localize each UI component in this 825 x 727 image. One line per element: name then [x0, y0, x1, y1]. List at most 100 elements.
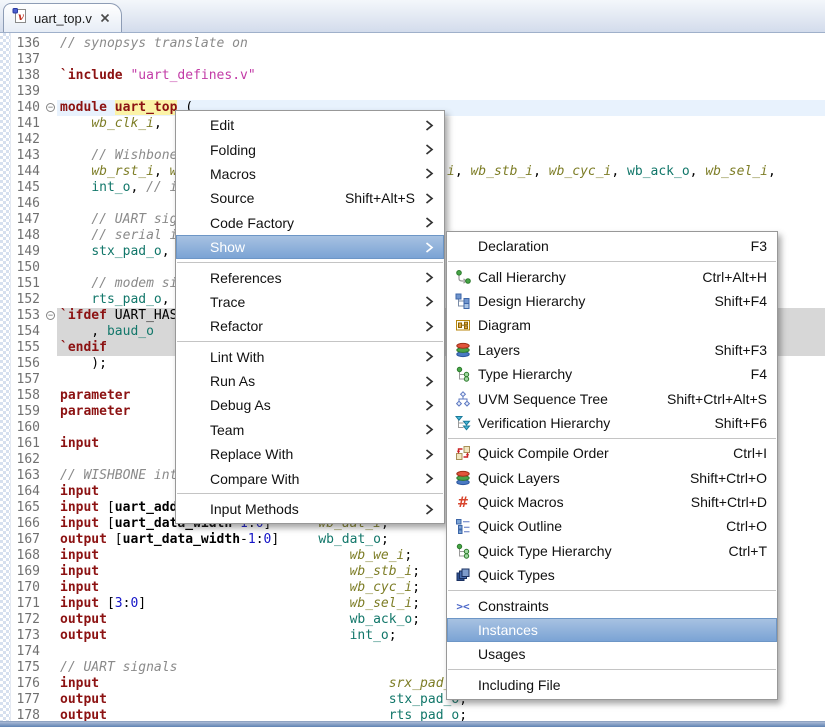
menu-item-debug-as[interactable]: Debug As	[176, 393, 444, 417]
menu-item-shortcut: Shift+Ctrl+O	[668, 470, 767, 486]
menu-item-constraints[interactable]: ><Constraints	[447, 593, 777, 617]
menu-item-trace[interactable]: Trace	[176, 290, 444, 314]
menu-item-including-file[interactable]: Including File	[447, 673, 777, 697]
menu-item-type-hierarchy[interactable]: Type HierarchyF4	[447, 362, 777, 386]
menu-item-quick-macros[interactable]: #Quick MacrosShift+Ctrl+D	[447, 490, 777, 514]
fold-column[interactable]: −	[46, 308, 57, 324]
line-number: 146	[0, 196, 46, 212]
line-number: 145	[0, 180, 46, 196]
tab-uart-top[interactable]: v uart_top.v	[3, 3, 122, 32]
no-icon	[454, 646, 472, 662]
context-menu: EditFoldingMacrosSourceShift+Alt+SCode F…	[175, 110, 445, 524]
menu-item-quick-types[interactable]: Quick Types	[447, 563, 777, 587]
svg-text:v: v	[18, 12, 24, 23]
menu-item-replace-with[interactable]: Replace With	[176, 442, 444, 466]
menu-item-edit[interactable]: Edit	[176, 113, 444, 137]
code-token: uart_top	[115, 100, 178, 115]
menu-item-verification-hierarchy[interactable]: Verification HierarchyShift+F6	[447, 411, 777, 435]
no-icon	[454, 238, 472, 254]
code-line-136[interactable]: 136// synopsys translate on	[0, 36, 825, 52]
menu-item-refactor[interactable]: Refactor	[176, 314, 444, 338]
verilog-file-icon: v	[12, 8, 28, 29]
code-token: :	[256, 532, 264, 547]
line-number: 142	[0, 132, 46, 148]
line-number: 165	[0, 500, 46, 516]
code-line-139[interactable]: 139	[0, 84, 825, 100]
submenu-arrow-icon	[425, 449, 434, 460]
menu-item-shortcut: Ctrl+I	[711, 445, 767, 461]
line-number: 176	[0, 676, 46, 692]
menu-item-usages[interactable]: Usages	[447, 642, 777, 666]
code-token: // UART sig	[91, 212, 177, 227]
menu-item-references[interactable]: References	[176, 265, 444, 289]
menu-item-input-methods[interactable]: Input Methods	[176, 497, 444, 521]
code-token: input	[60, 484, 99, 499]
menu-item-run-as[interactable]: Run As	[176, 369, 444, 393]
menu-item-folding[interactable]: Folding	[176, 137, 444, 161]
fold-column-empty	[46, 276, 57, 292]
fold-column-empty	[46, 68, 57, 84]
line-number: 143	[0, 148, 46, 164]
menu-item-show[interactable]: Show	[176, 235, 444, 259]
fold-column-empty	[46, 244, 57, 260]
menu-item-quick-layers[interactable]: Quick LayersShift+Ctrl+O	[447, 466, 777, 490]
menu-item-label: References	[210, 270, 282, 286]
svg-text:#: #	[457, 495, 469, 510]
menu-item-call-hierarchy[interactable]: Call HierarchyCtrl+Alt+H	[447, 264, 777, 288]
fold-column-empty	[46, 164, 57, 180]
code-token: uart_data_width	[123, 532, 240, 547]
menu-item-team[interactable]: Team	[176, 418, 444, 442]
menu-item-quick-compile-order[interactable]: Quick Compile OrderCtrl+I	[447, 441, 777, 465]
code-text-continued: i, wb_stb_i, wb_cyc_i, wb_ack_o, wb_sel_…	[447, 164, 776, 180]
fold-collapse-icon[interactable]: −	[46, 311, 55, 320]
fold-column-empty	[46, 404, 57, 420]
submenu-arrow-icon	[425, 272, 434, 283]
design-hierarchy-icon	[454, 293, 472, 309]
menu-item-code-factory[interactable]: Code Factory	[176, 211, 444, 235]
menu-separator	[177, 262, 443, 263]
tab-close-icon[interactable]	[100, 13, 110, 23]
menu-item-diagram[interactable]: Diagram	[447, 313, 777, 337]
menu-item-declaration[interactable]: DeclarationF3	[447, 234, 777, 258]
menu-item-quick-type-hierarchy[interactable]: Quick Type HierarchyCtrl+T	[447, 539, 777, 563]
menu-item-instances[interactable]: Instances	[447, 618, 777, 642]
menu-item-macros[interactable]: Macros	[176, 162, 444, 186]
menu-item-label: Diagram	[478, 317, 531, 333]
line-number: 158	[0, 388, 46, 404]
fold-column-empty	[46, 372, 57, 388]
menu-item-uvm-sequence-tree[interactable]: UVM Sequence TreeShift+Ctrl+Alt+S	[447, 386, 777, 410]
code-token: ,	[455, 164, 471, 179]
line-number: 169	[0, 564, 46, 580]
menu-item-compare-with[interactable]: Compare With	[176, 466, 444, 490]
code-token: ,	[60, 324, 107, 339]
submenu-arrow-icon	[425, 193, 434, 204]
code-line-138[interactable]: 138`include "uart_defines.v"	[0, 68, 825, 84]
quick-outline-icon	[454, 518, 472, 534]
code-token: wb_dat_o	[318, 532, 381, 547]
code-text	[57, 52, 825, 68]
menu-item-shortcut: Shift+F6	[692, 415, 767, 431]
menu-separator	[177, 341, 443, 342]
code-token: input	[60, 676, 99, 691]
menu-item-layers[interactable]: LayersShift+F3	[447, 338, 777, 362]
line-number: 156	[0, 356, 46, 372]
fold-collapse-icon[interactable]: −	[46, 103, 55, 112]
fold-column[interactable]: −	[46, 100, 57, 116]
code-token: output	[60, 692, 107, 707]
code-line-137[interactable]: 137	[0, 52, 825, 68]
menu-item-lint-with[interactable]: Lint With	[176, 345, 444, 369]
menu-item-quick-outline[interactable]: Quick OutlineCtrl+O	[447, 514, 777, 538]
line-number: 151	[0, 276, 46, 292]
menu-item-design-hierarchy[interactable]: Design HierarchyShift+F4	[447, 289, 777, 313]
code-token: input	[60, 436, 99, 451]
code-token: wb_cyc_i	[350, 580, 413, 595]
menu-item-source[interactable]: SourceShift+Alt+S	[176, 186, 444, 210]
code-token: // modem si	[91, 276, 177, 291]
fold-column-empty	[46, 516, 57, 532]
submenu-arrow-icon	[425, 424, 434, 435]
fold-column-empty	[46, 116, 57, 132]
menu-item-shortcut: Ctrl+Alt+H	[680, 269, 767, 285]
menu-item-label: Type Hierarchy	[478, 366, 572, 382]
fold-column-empty	[46, 644, 57, 660]
code-token: rts_pad_o	[91, 292, 161, 307]
